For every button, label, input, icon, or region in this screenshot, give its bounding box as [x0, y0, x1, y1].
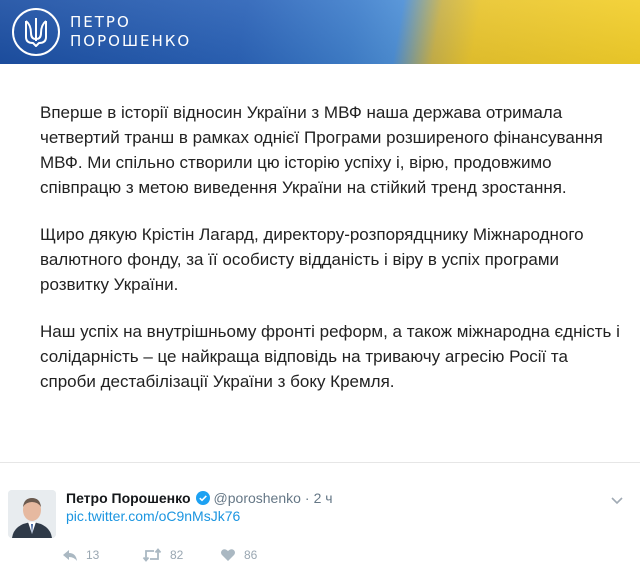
trident-icon — [12, 8, 60, 56]
heart-icon — [220, 548, 236, 562]
author-handle[interactable]: @poroshenko — [214, 489, 301, 507]
author-name[interactable]: Петро Порошенко — [66, 489, 191, 507]
media-link[interactable]: pic.twitter.com/oC9nMsJk76 — [66, 507, 240, 525]
avatar[interactable] — [8, 490, 56, 538]
retweet-icon — [142, 548, 162, 562]
reply-button[interactable]: 13 — [62, 548, 142, 562]
like-button[interactable]: 86 — [220, 548, 280, 562]
post-paragraph-1: Вперше в історії відносин України з МВФ … — [40, 103, 603, 197]
tweet-header: Петро Порошенко @poroshenko · 2 ч — [66, 489, 333, 507]
tweet-actions: 13 82 86 — [62, 546, 280, 564]
tweet-timestamp[interactable]: 2 ч — [314, 489, 333, 507]
separator-dot: · — [304, 490, 310, 506]
reply-count: 13 — [86, 548, 100, 562]
like-count: 86 — [244, 548, 258, 562]
retweet-button[interactable]: 82 — [142, 548, 220, 562]
post-text: Вперше в історії відносин України з МВФ … — [40, 100, 620, 416]
divider — [0, 462, 640, 463]
banner-name-first: ПЕТРО — [70, 13, 131, 31]
header-banner: ПЕТРО ПОРОШЕНКО — [0, 0, 640, 64]
verified-badge-icon — [195, 491, 210, 505]
reply-icon — [62, 548, 78, 562]
chevron-down-icon[interactable] — [610, 492, 624, 505]
post-paragraph-3: Наш успіх на внутрішньому фронті реформ,… — [40, 322, 620, 391]
retweet-count: 82 — [170, 548, 184, 562]
post-paragraph-2: Щиро дякую Крістін Лагард, директору-роз… — [40, 225, 584, 294]
banner-title: ПЕТРО ПОРОШЕНКО — [70, 13, 191, 51]
banner-name-last: ПОРОШЕНКО — [70, 32, 192, 50]
